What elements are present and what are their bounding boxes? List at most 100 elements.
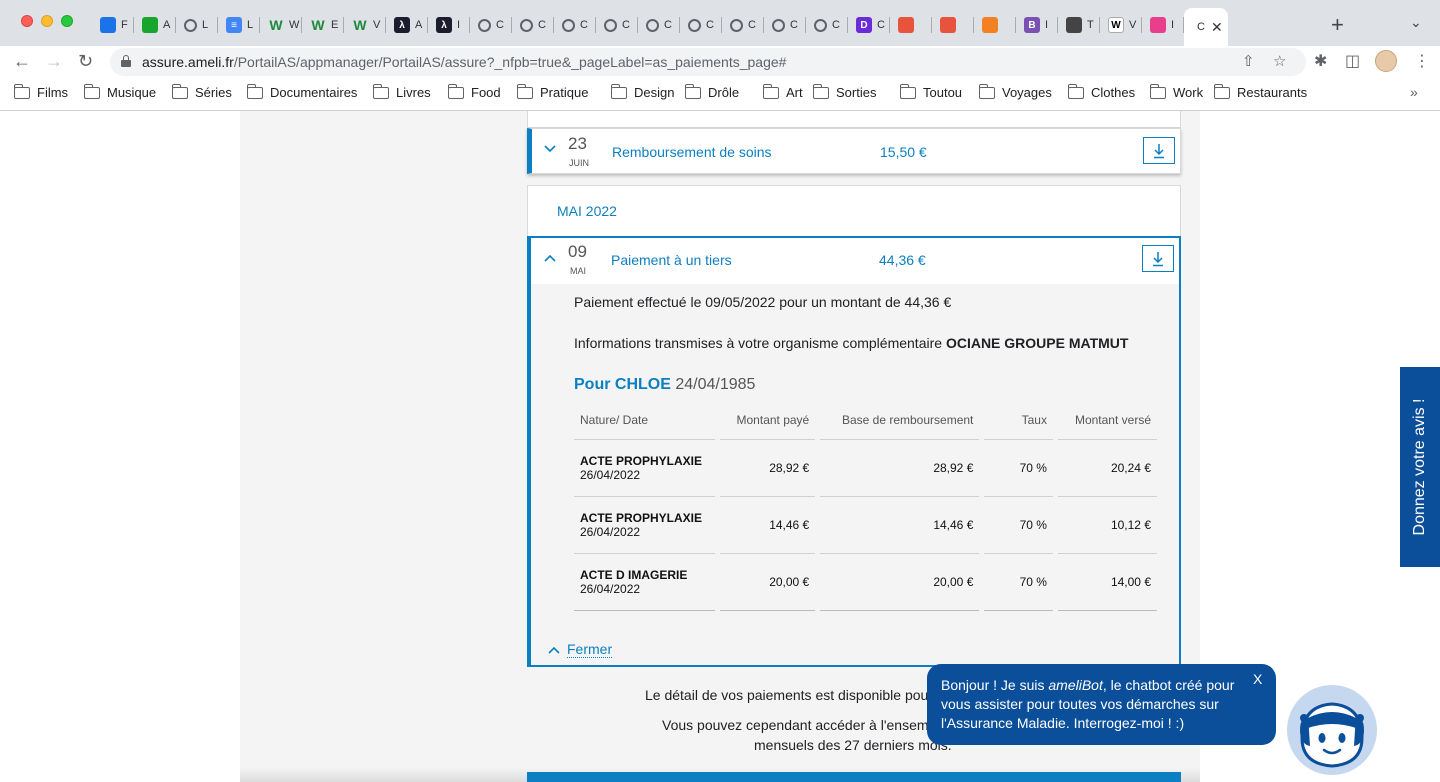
column-header: Montant versé xyxy=(1057,400,1157,440)
browser-tab[interactable]: DC xyxy=(848,10,890,40)
browser-tab[interactable]: ≡ L xyxy=(218,10,260,40)
bookmark-folder[interactable]: Sorties xyxy=(813,83,876,100)
bookmark-folder[interactable]: Restaurants xyxy=(1214,83,1308,100)
download-icon xyxy=(1154,143,1164,158)
nature-cell: ACTE PROPHYLAXIE 26/04/2022 xyxy=(574,440,716,497)
bookmark-folder[interactable]: Livres xyxy=(373,83,431,100)
browser-tab[interactable]: C xyxy=(470,10,512,40)
payment-title[interactable]: Remboursement de soins xyxy=(612,144,772,160)
bookmark-folder[interactable]: Musique xyxy=(84,83,156,100)
browser-tab[interactable]: I xyxy=(1142,10,1184,40)
table-row: ACTE D IMAGERIE 26/04/2022 20,00 € 20,00 … xyxy=(574,554,1157,611)
bookmark-folder[interactable]: Work xyxy=(1150,83,1203,100)
bookmark-folder[interactable]: Pratique xyxy=(517,83,588,100)
browser-tab[interactable]: C xyxy=(722,10,764,40)
close-details-button[interactable]: Fermer xyxy=(547,641,613,658)
reload-button[interactable]: ↻ xyxy=(78,51,93,72)
payment-title[interactable]: Paiement à un tiers xyxy=(611,252,732,268)
browser-menu-icon[interactable]: ⋮ xyxy=(1414,51,1430,71)
folder-icon xyxy=(84,83,100,99)
download-button[interactable] xyxy=(1142,245,1174,272)
payment-row-header[interactable]: 09 MAI Paiement à un tiers 44,36 € xyxy=(531,238,1179,284)
tab-search-button[interactable]: ⌄ xyxy=(1410,14,1422,31)
browser-tab[interactable]: C xyxy=(764,10,806,40)
bookmark-folder[interactable]: Toutou xyxy=(900,83,962,100)
bookmark-folder[interactable]: Documentaires xyxy=(247,83,357,100)
bookmark-folder[interactable]: Séries xyxy=(172,83,232,100)
bookmark-star-icon[interactable]: ☆ xyxy=(1273,52,1286,70)
browser-tab[interactable]: L xyxy=(176,10,218,40)
page-viewport: 23 JUIN Remboursement de soins 15,50 € M… xyxy=(0,111,1440,782)
browser-tab[interactable] xyxy=(932,10,974,40)
browser-tab[interactable]: BI xyxy=(1016,10,1058,40)
bookmarks-overflow-button[interactable]: » xyxy=(1410,84,1418,100)
payment-row-tiers-expanded: 09 MAI Paiement à un tiers 44,36 € Paiem… xyxy=(527,236,1181,667)
flower-icon xyxy=(1150,17,1166,33)
globe-icon xyxy=(814,18,827,32)
close-window-button[interactable] xyxy=(21,15,33,27)
share-icon[interactable]: ⇧ xyxy=(1242,52,1255,70)
bookmark-folder[interactable]: Clothes xyxy=(1068,83,1135,100)
bookmark-folder[interactable]: Voyages xyxy=(979,83,1052,100)
tab-title: F xyxy=(121,19,128,31)
close-tab-icon[interactable]: ✕ xyxy=(1211,19,1223,36)
chatbot-bubble[interactable]: Bonjour ! Je suis ameliBot, le chatbot c… xyxy=(927,664,1276,745)
chevron-up-icon[interactable] xyxy=(543,252,557,266)
browser-tab[interactable]: C xyxy=(596,10,638,40)
browser-tab[interactable]: WW xyxy=(260,10,302,40)
browser-tab-active[interactable]: C ✕ xyxy=(1184,8,1228,46)
bookmark-label: Films xyxy=(37,85,69,100)
bookmark-folder[interactable]: Design xyxy=(611,83,674,100)
side-panel-icon[interactable]: ◫ xyxy=(1345,51,1360,71)
profile-avatar[interactable] xyxy=(1375,50,1397,72)
browser-tab[interactable]: C xyxy=(512,10,554,40)
bookmark-folder[interactable]: Art xyxy=(763,83,803,100)
bookmark-folder[interactable]: Drôle xyxy=(685,83,739,100)
lambda-dark-icon: λ xyxy=(394,17,410,33)
bookmark-folder[interactable]: Films xyxy=(14,83,69,100)
payment-row-remboursement[interactable]: 23 JUIN Remboursement de soins 15,50 € xyxy=(527,128,1181,174)
bookmark-label: Restaurants xyxy=(1237,85,1308,100)
back-button[interactable]: ← xyxy=(13,51,31,72)
tab-title: C xyxy=(877,19,885,31)
maximize-window-button[interactable] xyxy=(61,15,73,27)
chatbot-name: ameliBot xyxy=(1048,677,1103,693)
browser-tab[interactable]: WV xyxy=(1100,10,1142,40)
browser-tab[interactable]: C xyxy=(638,10,680,40)
browser-tab[interactable]: λI xyxy=(428,10,470,40)
amelibot-robot-icon[interactable] xyxy=(1286,684,1378,776)
browser-tab[interactable]: λA xyxy=(386,10,428,40)
info-line-2: Vous pouvez cependant accéder à l'ensem xyxy=(662,717,929,733)
address-bar[interactable]: assure.ameli.fr/PortailAS/appmanager/Por… xyxy=(110,48,1306,76)
browser-toolbar: ← → ↻ assure.ameli.fr/PortailAS/appmanag… xyxy=(0,46,1440,80)
tab-title: L xyxy=(247,19,254,31)
browser-tab[interactable]: C xyxy=(806,10,848,40)
chatbot-close-button[interactable]: X xyxy=(1253,671,1262,687)
column-header: Montant payé xyxy=(720,400,816,440)
browser-tab[interactable]: T xyxy=(1058,10,1100,40)
browser-tab[interactable]: WV xyxy=(344,10,386,40)
folder-icon xyxy=(1214,83,1230,99)
browser-tab[interactable]: C xyxy=(680,10,722,40)
chevron-down-icon[interactable] xyxy=(543,143,557,157)
browser-tab[interactable]: F xyxy=(92,10,134,40)
feedback-tab[interactable]: Donnez votre avis ! xyxy=(1400,367,1440,567)
minimize-window-button[interactable] xyxy=(41,15,53,27)
payment-day: 09 xyxy=(568,242,587,261)
bootstrap-icon: B xyxy=(1024,17,1040,33)
browser-tab[interactable]: WE xyxy=(302,10,344,40)
extensions-icon[interactable]: ✱ xyxy=(1314,51,1327,71)
nature-cell: ACTE D IMAGERIE 26/04/2022 xyxy=(574,554,716,611)
forward-button[interactable]: → xyxy=(45,51,63,72)
browser-tab[interactable]: A xyxy=(134,10,176,40)
w-green-icon: W xyxy=(311,17,325,33)
new-tab-button[interactable]: + xyxy=(1331,12,1344,38)
complementary-info-prefix: Informations transmises à votre organism… xyxy=(574,335,946,351)
browser-tab[interactable] xyxy=(974,10,1016,40)
bookmark-folder[interactable]: Food xyxy=(448,83,501,100)
browser-tab[interactable] xyxy=(890,10,932,40)
info-line-1: Le détail de vos paiements est disponibl… xyxy=(645,687,929,703)
browser-tab[interactable]: C xyxy=(554,10,596,40)
download-button[interactable] xyxy=(1143,137,1175,164)
reimbursement-base: 28,92 € xyxy=(820,440,980,497)
